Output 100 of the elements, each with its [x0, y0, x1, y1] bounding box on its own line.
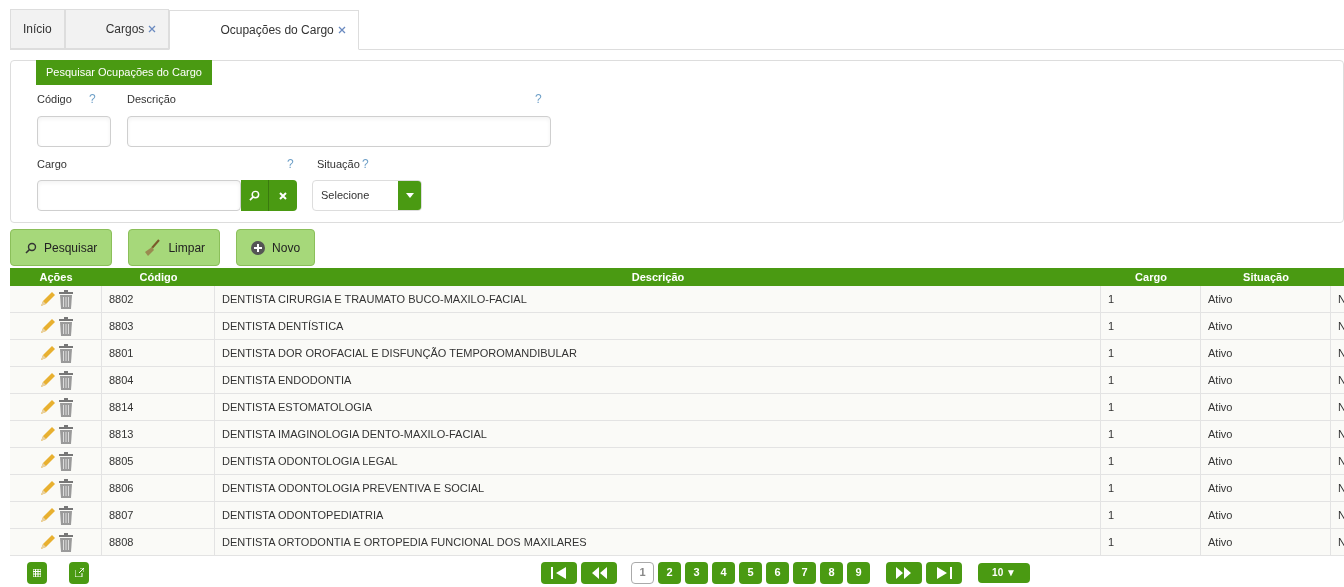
table-cell: DENTISTA ODONTOLOGIA PREVENTIVA E SOCIAL [215, 475, 1101, 501]
close-icon[interactable] [337, 26, 346, 34]
table-cell: 1 [1101, 340, 1201, 366]
situacao-select[interactable]: Selecione [312, 180, 422, 211]
table-cell: Ativo [1201, 367, 1331, 393]
double-arrow-right-icon [895, 566, 913, 579]
export-icon [74, 568, 84, 577]
page-button[interactable]: 6 [766, 561, 789, 584]
help-icon[interactable]: ? [535, 90, 542, 108]
clear-lookup-button[interactable] [269, 180, 297, 211]
column-header: Código [138, 270, 179, 285]
previous-page-button[interactable] [581, 561, 617, 584]
table-cell: 8813 [102, 421, 215, 447]
column-header: Ações [38, 270, 74, 285]
next-page-button[interactable] [886, 561, 922, 584]
tab[interactable]: Cargos [64, 9, 170, 49]
table-cell: Ativo [1201, 502, 1331, 528]
tab[interactable]: Ocupações do Cargo [169, 10, 359, 50]
tab[interactable]: Início [10, 9, 65, 49]
pencil-icon[interactable] [38, 506, 57, 524]
table-cell: 8808 [102, 529, 215, 555]
search-button[interactable]: Pesquisar [10, 229, 113, 266]
table-cell: 8804 [102, 367, 215, 393]
table-cell: 1 [1101, 367, 1201, 393]
page-button[interactable]: 1 [631, 561, 654, 584]
first-page-icon [550, 566, 568, 579]
table-cell: 1 [1101, 421, 1201, 447]
pencil-icon[interactable] [38, 371, 57, 389]
pencil-icon[interactable] [38, 290, 57, 308]
table-cell: Ativo [1201, 475, 1331, 501]
pencil-icon[interactable] [38, 533, 57, 551]
close-icon[interactable] [148, 25, 157, 33]
table-cell: Ativo [1201, 448, 1331, 474]
help-icon[interactable]: ? [89, 92, 96, 106]
table-cell: 8814 [102, 394, 215, 420]
trash-icon[interactable] [58, 370, 73, 390]
table-cell: Ativo [1201, 313, 1331, 339]
trash-icon[interactable] [58, 532, 73, 552]
page-button[interactable]: 9 [847, 561, 870, 584]
pencil-icon[interactable] [38, 452, 57, 470]
field-label: Código [37, 91, 73, 107]
clear-button[interactable]: Limpar [128, 229, 221, 266]
trash-icon[interactable] [58, 289, 73, 309]
table-cell: 1 [1101, 448, 1201, 474]
table-cell: Ativo [1201, 529, 1331, 555]
page-button[interactable]: 8 [820, 561, 843, 584]
table-cell: DENTISTA DOR OROFACIAL E DISFUNÇÃO TEMPOROMANDIBULAR [215, 340, 1101, 366]
field-label: Cargo [37, 156, 68, 172]
page-button[interactable]: 7 [793, 561, 816, 584]
trash-icon[interactable] [58, 316, 73, 336]
trash-icon[interactable] [58, 397, 73, 417]
table-cell: 8801 [102, 340, 215, 366]
lookup-button[interactable] [241, 180, 269, 211]
table-cell: DENTISTA DENTÍSTICA [215, 313, 1101, 339]
help-icon[interactable]: ? [287, 157, 294, 171]
codigo-field[interactable] [37, 116, 111, 147]
page-size-select[interactable]: 10 ▼ [978, 562, 1030, 583]
trash-icon[interactable] [58, 451, 73, 471]
tab-label: Ocupações do Cargo [220, 22, 334, 39]
table-cell: DENTISTA ORTODONTIA E ORTOPEDIA FUNCIONAL DOS MAXILARES [215, 529, 1101, 555]
table-cell: Ativo [1201, 394, 1331, 420]
help-icon[interactable]: ? [362, 155, 369, 173]
page-button[interactable]: 5 [739, 561, 762, 584]
descricao-field[interactable] [127, 116, 551, 147]
page-button[interactable]: 3 [685, 561, 708, 584]
table-cell: 1 [1101, 286, 1201, 312]
plus-icon [251, 240, 266, 255]
pencil-icon[interactable] [38, 317, 57, 335]
table-cell: 8806 [102, 475, 215, 501]
table-cell: 1 [1101, 529, 1201, 555]
grid-button[interactable] [27, 561, 47, 584]
first-page-button[interactable] [541, 561, 577, 584]
column-header: Descrição [630, 270, 686, 285]
table-cell: DENTISTA IMAGINOLOGIA DENTO-MAXILO-FACIAL [215, 421, 1101, 447]
pencil-icon[interactable] [38, 479, 57, 497]
new-button[interactable]: Novo [236, 229, 316, 266]
trash-icon[interactable] [58, 424, 73, 444]
last-page-button[interactable] [926, 561, 962, 584]
table-cell: DENTISTA ODONTOPEDIATRIA [215, 502, 1101, 528]
pencil-icon[interactable] [38, 398, 57, 416]
table-cell: 8805 [102, 448, 215, 474]
pencil-icon[interactable] [38, 344, 57, 362]
page-button[interactable]: 2 [658, 561, 681, 584]
column-header: Cargo [1134, 270, 1168, 285]
tab-label: Cargos [105, 21, 145, 38]
pencil-icon[interactable] [38, 425, 57, 443]
table-cell: 1 [1101, 475, 1201, 501]
search-icon [25, 241, 37, 254]
close-icon [279, 191, 287, 200]
cargo-field[interactable] [37, 180, 241, 211]
table-cell: DENTISTA ENDODONTIA [215, 367, 1101, 393]
panel-title: Pesquisar Ocupações do Cargo [36, 60, 212, 85]
trash-icon[interactable] [58, 505, 73, 525]
page-button[interactable]: 4 [712, 561, 735, 584]
double-arrow-left-icon [590, 566, 608, 579]
export-button[interactable] [69, 561, 89, 584]
table-cell: 8807 [102, 502, 215, 528]
trash-icon[interactable] [58, 478, 73, 498]
trash-icon[interactable] [58, 343, 73, 363]
table-cell: DENTISTA ESTOMATOLOGIA [215, 394, 1101, 420]
